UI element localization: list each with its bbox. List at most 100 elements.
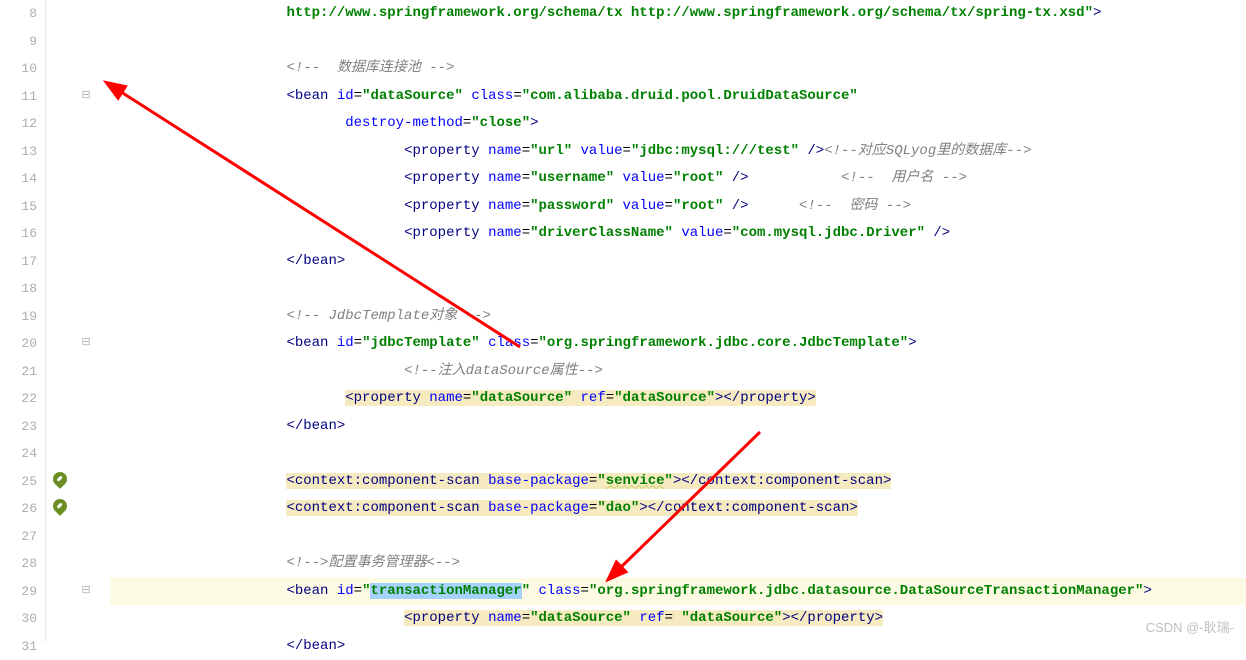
line-number: 19: [0, 303, 37, 331]
code-line[interactable]: </bean>: [110, 633, 1246, 660]
code-line[interactable]: <context:component-scan base-package="se…: [110, 468, 1246, 496]
line-number: 16: [0, 220, 37, 248]
gutter-icon-cell: [46, 330, 74, 358]
gutter-icon-cell: [46, 138, 74, 166]
gutter-icon-cell: [46, 165, 74, 193]
fold-handle: [74, 523, 98, 551]
gutter-icon-cell: [46, 275, 74, 303]
line-number: 17: [0, 248, 37, 276]
line-number: 28: [0, 550, 37, 578]
fold-handle[interactable]: ⊟: [74, 330, 98, 358]
code-line[interactable]: <bean id="dataSource" class="com.alibaba…: [110, 83, 1246, 111]
line-number: 20: [0, 330, 37, 358]
gutter-icon-cell: [46, 358, 74, 386]
line-number: 30: [0, 605, 37, 633]
line-number: 9: [0, 28, 37, 56]
line-number: 12: [0, 110, 37, 138]
fold-handle[interactable]: ⊟: [74, 83, 98, 111]
fold-handle: [74, 633, 98, 660]
gutter-icon-cell: [46, 193, 74, 221]
line-number: 29: [0, 578, 37, 606]
code-line[interactable]: [110, 440, 1246, 468]
code-line[interactable]: <!--注入dataSource属性-->: [110, 358, 1246, 386]
fold-handle: [74, 0, 98, 28]
line-number: 22: [0, 385, 37, 413]
gutter-icon-cell: [46, 578, 74, 606]
code-line[interactable]: </bean>: [110, 248, 1246, 276]
fold-handle: [74, 495, 98, 523]
fold-handle: [74, 413, 98, 441]
fold-handle: [74, 193, 98, 221]
code-line[interactable]: <property name="driverClassName" value="…: [110, 220, 1246, 248]
watermark: CSDN @-耿瑞-: [1146, 617, 1234, 636]
code-line[interactable]: <property name="dataSource" ref= "dataSo…: [110, 605, 1246, 633]
gutter-icon-cell: [46, 495, 74, 523]
gutter-icon-cell: [46, 605, 74, 633]
code-line[interactable]: <property name="password" value="root" /…: [110, 193, 1246, 221]
code-line[interactable]: <property name="url" value="jdbc:mysql:/…: [110, 138, 1246, 166]
gutter-icon-cell: [46, 0, 74, 28]
gutter-icon-cell: [46, 550, 74, 578]
gutter-icon-cell: [46, 220, 74, 248]
gutter-icon-cell: [46, 55, 74, 83]
fold-column[interactable]: ⊟ ⊟ ⊟: [74, 0, 98, 642]
code-line[interactable]: destroy-method="close">: [110, 110, 1246, 138]
gutter-icon-cell: [46, 385, 74, 413]
spring-bean-icon[interactable]: [50, 496, 70, 516]
fold-handle: [74, 275, 98, 303]
fold-handle[interactable]: ⊟: [74, 578, 98, 606]
line-number: 10: [0, 55, 37, 83]
line-number: 13: [0, 138, 37, 166]
fold-handle: [74, 138, 98, 166]
line-number: 15: [0, 193, 37, 221]
gutter-icon-cell: [46, 468, 74, 496]
code-line[interactable]: <context:component-scan base-package="da…: [110, 495, 1246, 523]
code-editor[interactable]: 8910111213141516171819202122232425262728…: [0, 0, 1246, 642]
fold-handle: [74, 468, 98, 496]
fold-handle: [74, 550, 98, 578]
gutter-icon-cell: [46, 110, 74, 138]
code-line[interactable]: <bean id="transactionManager" class="org…: [110, 578, 1246, 606]
gutter-icon-cell: [46, 440, 74, 468]
code-line[interactable]: <!-- JdbcTemplate对象 -->: [110, 303, 1246, 331]
fold-handle: [74, 28, 98, 56]
line-number: 8: [0, 0, 37, 28]
line-number: 27: [0, 523, 37, 551]
code-line[interactable]: <property name="dataSource" ref="dataSou…: [110, 385, 1246, 413]
code-line[interactable]: <!-- 数据库连接池 -->: [110, 55, 1246, 83]
line-number: 21: [0, 358, 37, 386]
gutter-icon-cell: [46, 523, 74, 551]
code-line[interactable]: <property name="username" value="root" /…: [110, 165, 1246, 193]
gutter-icon-cell: [46, 83, 74, 111]
fold-handle: [74, 220, 98, 248]
code-area[interactable]: http://www.springframework.org/schema/tx…: [98, 0, 1246, 642]
code-line[interactable]: http://www.springframework.org/schema/tx…: [110, 0, 1246, 28]
fold-handle: [74, 358, 98, 386]
line-number-gutter: 8910111213141516171819202122232425262728…: [0, 0, 46, 642]
code-line[interactable]: [110, 28, 1246, 56]
code-line[interactable]: </bean>: [110, 413, 1246, 441]
gutter-icon-column: [46, 0, 74, 642]
fold-handle: [74, 385, 98, 413]
fold-handle: [74, 110, 98, 138]
gutter-icon-cell: [46, 248, 74, 276]
fold-handle: [74, 605, 98, 633]
line-number: 18: [0, 275, 37, 303]
code-line[interactable]: [110, 275, 1246, 303]
fold-handle: [74, 55, 98, 83]
line-number: 24: [0, 440, 37, 468]
line-number: 14: [0, 165, 37, 193]
line-number: 26: [0, 495, 37, 523]
gutter-icon-cell: [46, 303, 74, 331]
fold-handle: [74, 440, 98, 468]
spring-bean-icon[interactable]: [50, 469, 70, 489]
line-number: 25: [0, 468, 37, 496]
line-number: 23: [0, 413, 37, 441]
gutter-icon-cell: [46, 633, 74, 660]
code-line[interactable]: <bean id="jdbcTemplate" class="org.sprin…: [110, 330, 1246, 358]
line-number: 11: [0, 83, 37, 111]
fold-handle: [74, 303, 98, 331]
code-line[interactable]: [110, 523, 1246, 551]
gutter-icon-cell: [46, 413, 74, 441]
code-line[interactable]: <!-->配置事务管理器<-->: [110, 550, 1246, 578]
